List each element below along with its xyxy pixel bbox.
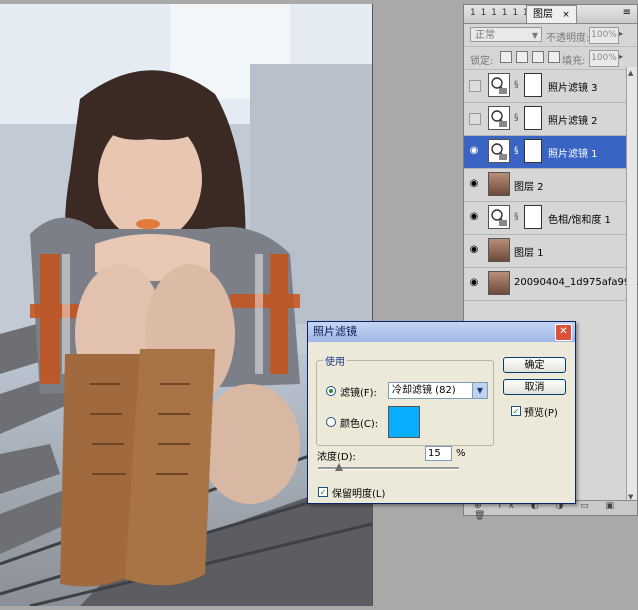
blend-mode-select[interactable]: 正常 ▼	[470, 27, 542, 42]
blend-row: 正常 ▼ 不透明度: 100% ▸	[464, 24, 637, 47]
color-radio-label[interactable]: 颜色(C):	[340, 415, 378, 430]
scroll-up-icon[interactable]: ▲	[628, 69, 633, 77]
document-canvas[interactable]	[0, 4, 373, 606]
chevron-down-icon: ▼	[472, 383, 487, 398]
layer-name[interactable]: 照片滤镜 2	[548, 112, 598, 127]
use-group-label: 使用	[325, 357, 345, 368]
eye-icon[interactable]: ◉	[467, 211, 481, 223]
layer-row[interactable]: § 照片滤镜 3	[464, 70, 637, 103]
use-group: 使用 滤镜(F): 冷却滤镜 (82) ▼ 颜色(C):	[316, 353, 494, 446]
lock-transparent-icon[interactable]	[500, 51, 512, 63]
panel-tab-bar: 1 1 1 1 1 1 1 1 图层 × ≡	[464, 5, 637, 24]
layer-mask-thumbnail[interactable]	[524, 205, 542, 229]
fill-input[interactable]: 100%	[589, 50, 619, 67]
adjustment-thumbnail-icon[interactable]	[488, 106, 510, 130]
density-slider-thumb[interactable]	[335, 463, 344, 471]
eye-icon[interactable]	[469, 80, 481, 92]
preview-label[interactable]: 预览(P)	[524, 404, 558, 419]
blend-mode-value: 正常	[475, 30, 495, 41]
link-icon[interactable]: §	[514, 146, 519, 156]
filter-select[interactable]: 冷却滤镜 (82) ▼	[388, 382, 488, 399]
preserve-luminosity-checkbox[interactable]: ✓	[318, 487, 328, 497]
density-label: 浓度(D):	[317, 452, 356, 463]
eye-icon[interactable]: ◉	[467, 277, 481, 289]
eye-icon[interactable]	[469, 113, 481, 125]
close-icon[interactable]: ✕	[555, 324, 572, 341]
panel-menu-icon[interactable]: ≡	[623, 7, 631, 18]
color-swatch[interactable]	[388, 406, 420, 438]
layer-row[interactable]: ◉ § 照片滤镜 1	[464, 136, 637, 169]
lock-row: 锁定: 填充: 100% ▸	[464, 47, 637, 70]
color-radio[interactable]	[326, 417, 336, 427]
layer-name[interactable]: 照片滤镜 3	[548, 79, 598, 94]
adjustment-thumbnail-icon[interactable]	[488, 139, 510, 163]
layer-name[interactable]: 照片滤镜 1	[548, 145, 598, 160]
eye-icon[interactable]: ◉	[467, 178, 481, 190]
dialog-title-bar[interactable]: 照片滤镜 ✕	[308, 322, 575, 342]
photo-filter-dialog: 照片滤镜 ✕ 使用 滤镜(F): 冷却滤镜 (82) ▼ 颜色(C): 确定 取…	[307, 321, 576, 504]
layers-scrollbar[interactable]: ▲ ▼	[626, 67, 637, 503]
filter-select-value: 冷却滤镜 (82)	[392, 385, 456, 396]
layer-name[interactable]: 20090404_1d975afa99...	[514, 277, 638, 288]
eye-icon[interactable]: ◉	[467, 145, 481, 157]
layer-row[interactable]: ◉ 20090404_1d975afa99...	[464, 268, 638, 301]
tab-close-icon[interactable]: ×	[562, 10, 570, 20]
cancel-button[interactable]: 取消	[503, 379, 566, 395]
layer-name[interactable]: 图层 1	[514, 244, 544, 259]
ok-button[interactable]: 确定	[503, 357, 566, 373]
layer-mask-thumbnail[interactable]	[524, 106, 542, 130]
lock-all-icon[interactable]	[548, 51, 560, 63]
fill-label: 填充:	[562, 56, 586, 67]
chevron-down-icon: ▼	[531, 31, 538, 40]
layer-thumbnail[interactable]	[488, 271, 510, 295]
layer-row[interactable]: ◉ 图层 2	[464, 169, 637, 202]
lock-icons	[500, 51, 560, 63]
layer-name[interactable]: 色相/饱和度 1	[548, 211, 611, 226]
preview-checkbox[interactable]: ✓	[511, 406, 521, 416]
adjustment-thumbnail-icon[interactable]	[488, 73, 510, 97]
link-icon[interactable]: §	[514, 212, 519, 222]
layer-list: § 照片滤镜 3 § 照片滤镜 2 ◉ § 照片滤镜 1 ◉ 图层 2 ◉ § 色相/饱和度 1 ◉ 图层…	[464, 70, 638, 301]
eye-icon[interactable]: ◉	[467, 244, 481, 256]
dialog-title: 照片滤镜	[313, 325, 357, 338]
density-unit: %	[456, 448, 466, 459]
lock-move-icon[interactable]	[532, 51, 544, 63]
layer-row[interactable]: § 照片滤镜 2	[464, 103, 637, 136]
chevron-right-icon[interactable]: ▸	[619, 29, 623, 38]
layer-row[interactable]: ◉ 图层 1	[464, 235, 637, 268]
lock-label: 锁定:	[470, 56, 494, 67]
layer-thumbnail[interactable]	[488, 172, 510, 196]
filter-radio[interactable]	[326, 386, 336, 396]
link-icon[interactable]: §	[514, 113, 519, 123]
layer-row[interactable]: ◉ § 色相/饱和度 1	[464, 202, 637, 235]
layer-mask-thumbnail[interactable]	[524, 73, 542, 97]
link-icon[interactable]: §	[514, 80, 519, 90]
tab-layers[interactable]: 图层 ×	[526, 5, 577, 23]
preserve-luminosity-label[interactable]: 保留明度(L)	[332, 485, 385, 500]
layer-name[interactable]: 图层 2	[514, 178, 544, 193]
layer-thumbnail[interactable]	[488, 238, 510, 262]
tab-layers-label: 图层	[533, 9, 553, 20]
opacity-label: 不透明度:	[546, 33, 590, 44]
lock-paint-icon[interactable]	[516, 51, 528, 63]
adjustment-thumbnail-icon[interactable]	[488, 205, 510, 229]
density-input[interactable]: 15	[425, 446, 452, 461]
layer-mask-thumbnail[interactable]	[524, 139, 542, 163]
filter-radio-label[interactable]: 滤镜(F):	[340, 384, 377, 399]
chevron-right-icon[interactable]: ▸	[619, 52, 623, 61]
opacity-input[interactable]: 100%	[589, 27, 619, 44]
photo-image	[0, 4, 372, 606]
